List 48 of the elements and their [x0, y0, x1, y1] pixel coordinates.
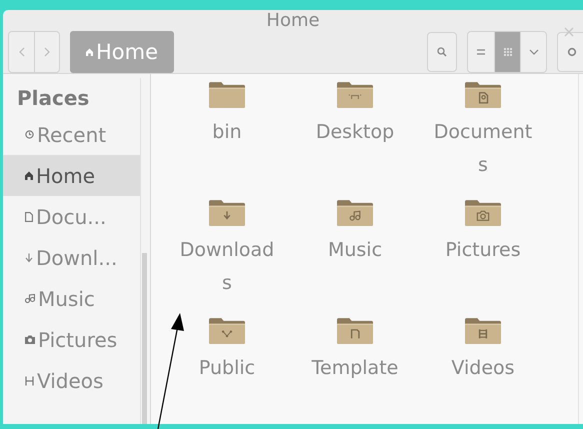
- sidebar-heading: Places: [16, 85, 90, 112]
- sidebar-item[interactable]: Downl...: [3, 237, 140, 278]
- sidebar-item[interactable]: Videos: [3, 360, 140, 401]
- file-name[interactable]: Desktop: [305, 116, 405, 149]
- circle-icon: [567, 47, 577, 57]
- clock-icon: [25, 130, 34, 139]
- path-button[interactable]: Home: [70, 31, 174, 73]
- file-name[interactable]: bin: [177, 116, 277, 149]
- chevron-right-icon: [44, 47, 50, 57]
- camera-icon: [25, 335, 35, 344]
- chevron-down-icon: [528, 49, 538, 55]
- sidebar-item[interactable]: Pictures: [3, 319, 140, 360]
- chevron-left-icon: [18, 47, 24, 57]
- window-title: Home: [266, 10, 320, 31]
- close-icon: [564, 27, 574, 37]
- down-arrow-icon: [25, 252, 33, 262]
- file-name[interactable]: Pictures: [433, 234, 533, 267]
- menu-button[interactable]: [557, 32, 583, 72]
- grid-icon: [504, 48, 512, 56]
- file-name[interactable]: Music: [305, 234, 405, 267]
- house-icon: [86, 48, 93, 56]
- film-icon: [25, 376, 34, 386]
- grid-view-button[interactable]: [494, 32, 520, 72]
- camera-folder-icon[interactable]: [465, 200, 501, 226]
- share-folder-icon[interactable]: [209, 318, 245, 344]
- file-name[interactable]: Videos: [433, 352, 533, 385]
- file-name[interactable]: Documents: [433, 116, 533, 182]
- document-folder-icon[interactable]: [465, 82, 501, 108]
- sidebar-item[interactable]: Home: [3, 155, 140, 196]
- film-folder-icon[interactable]: [465, 318, 501, 344]
- sidebar-item[interactable]: Recent: [3, 114, 140, 155]
- sidebar-item[interactable]: Music: [3, 278, 140, 319]
- file-name[interactable]: Template: [305, 352, 405, 385]
- search-icon: [437, 47, 447, 57]
- folder-icon[interactable]: [209, 82, 245, 108]
- document-icon: [25, 212, 33, 222]
- music-note-icon: [25, 294, 35, 303]
- search-button[interactable]: [427, 32, 457, 72]
- music-folder-icon[interactable]: [337, 200, 373, 226]
- file-name[interactable]: Downloads: [177, 234, 277, 300]
- folder-icon[interactable]: [337, 82, 373, 108]
- file-name[interactable]: Public: [177, 352, 277, 385]
- download-folder-icon[interactable]: [209, 200, 245, 226]
- scrollbar-thumb[interactable]: [142, 253, 147, 424]
- list-icon: [477, 48, 485, 56]
- sidebar-item[interactable]: Docu...: [3, 196, 140, 237]
- house-icon: [25, 171, 33, 180]
- document-folder-icon[interactable]: [337, 318, 373, 344]
